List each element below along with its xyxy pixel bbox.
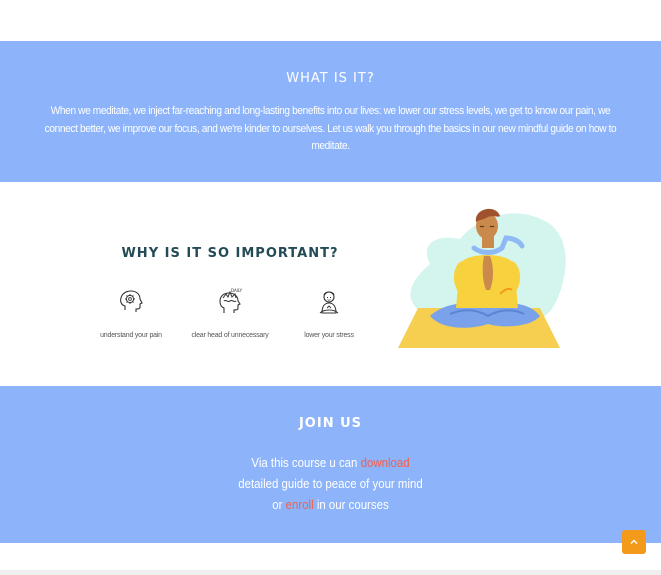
chevron-up-icon bbox=[630, 539, 638, 544]
join-line-2: detailed guide to peace of your mind bbox=[238, 476, 423, 491]
benefit-understand-pain: understand your pain bbox=[86, 288, 176, 339]
svg-text:DAILY: DAILY bbox=[231, 288, 243, 293]
benefit-label: lower your stress bbox=[304, 332, 354, 339]
enroll-link[interactable]: enroll bbox=[286, 497, 314, 512]
join-line-1-prefix: Via this course u can bbox=[251, 455, 361, 470]
join-us-title: JOIN US bbox=[298, 416, 363, 431]
what-is-it-text: When we meditate, we inject far-reaching… bbox=[44, 105, 617, 152]
meditating-person-icon bbox=[319, 291, 339, 314]
download-link[interactable]: download bbox=[361, 455, 410, 470]
what-is-it-title: WHAT IS IT? bbox=[286, 71, 375, 86]
benefit-label: clear head of unnecessary bbox=[191, 332, 269, 339]
join-line-3-prefix: or bbox=[272, 497, 286, 512]
bottom-spacer bbox=[0, 543, 661, 570]
benefit-lower-stress: lower your stress bbox=[284, 288, 374, 339]
what-is-it-section: WHAT IS IT? When we meditate, we inject … bbox=[0, 41, 661, 182]
why-important-section: WHY IS IT SO IMPORTANT? understand your … bbox=[0, 182, 661, 386]
join-line-3-suffix: in our courses bbox=[313, 497, 389, 512]
join-us-text: Via this course u can download detailed … bbox=[40, 452, 622, 515]
benefit-clear-head: DAILY clear head of unnecessary bbox=[185, 288, 275, 339]
join-line-3: or enroll in our courses bbox=[40, 494, 622, 515]
head-thoughts-icon: DAILY bbox=[219, 288, 243, 313]
benefit-label: understand your pain bbox=[100, 332, 162, 339]
top-spacer bbox=[0, 0, 661, 41]
join-us-section: JOIN US Via this course u can download d… bbox=[0, 386, 661, 543]
meditating-man-illustration bbox=[398, 208, 566, 348]
why-important-title: WHY IS IT SO IMPORTANT? bbox=[121, 246, 339, 261]
bottom-bar bbox=[0, 570, 661, 575]
join-line-1: Via this course u can download bbox=[40, 452, 622, 473]
scroll-to-top-button[interactable] bbox=[622, 530, 646, 554]
brain-gear-icon bbox=[120, 290, 143, 312]
